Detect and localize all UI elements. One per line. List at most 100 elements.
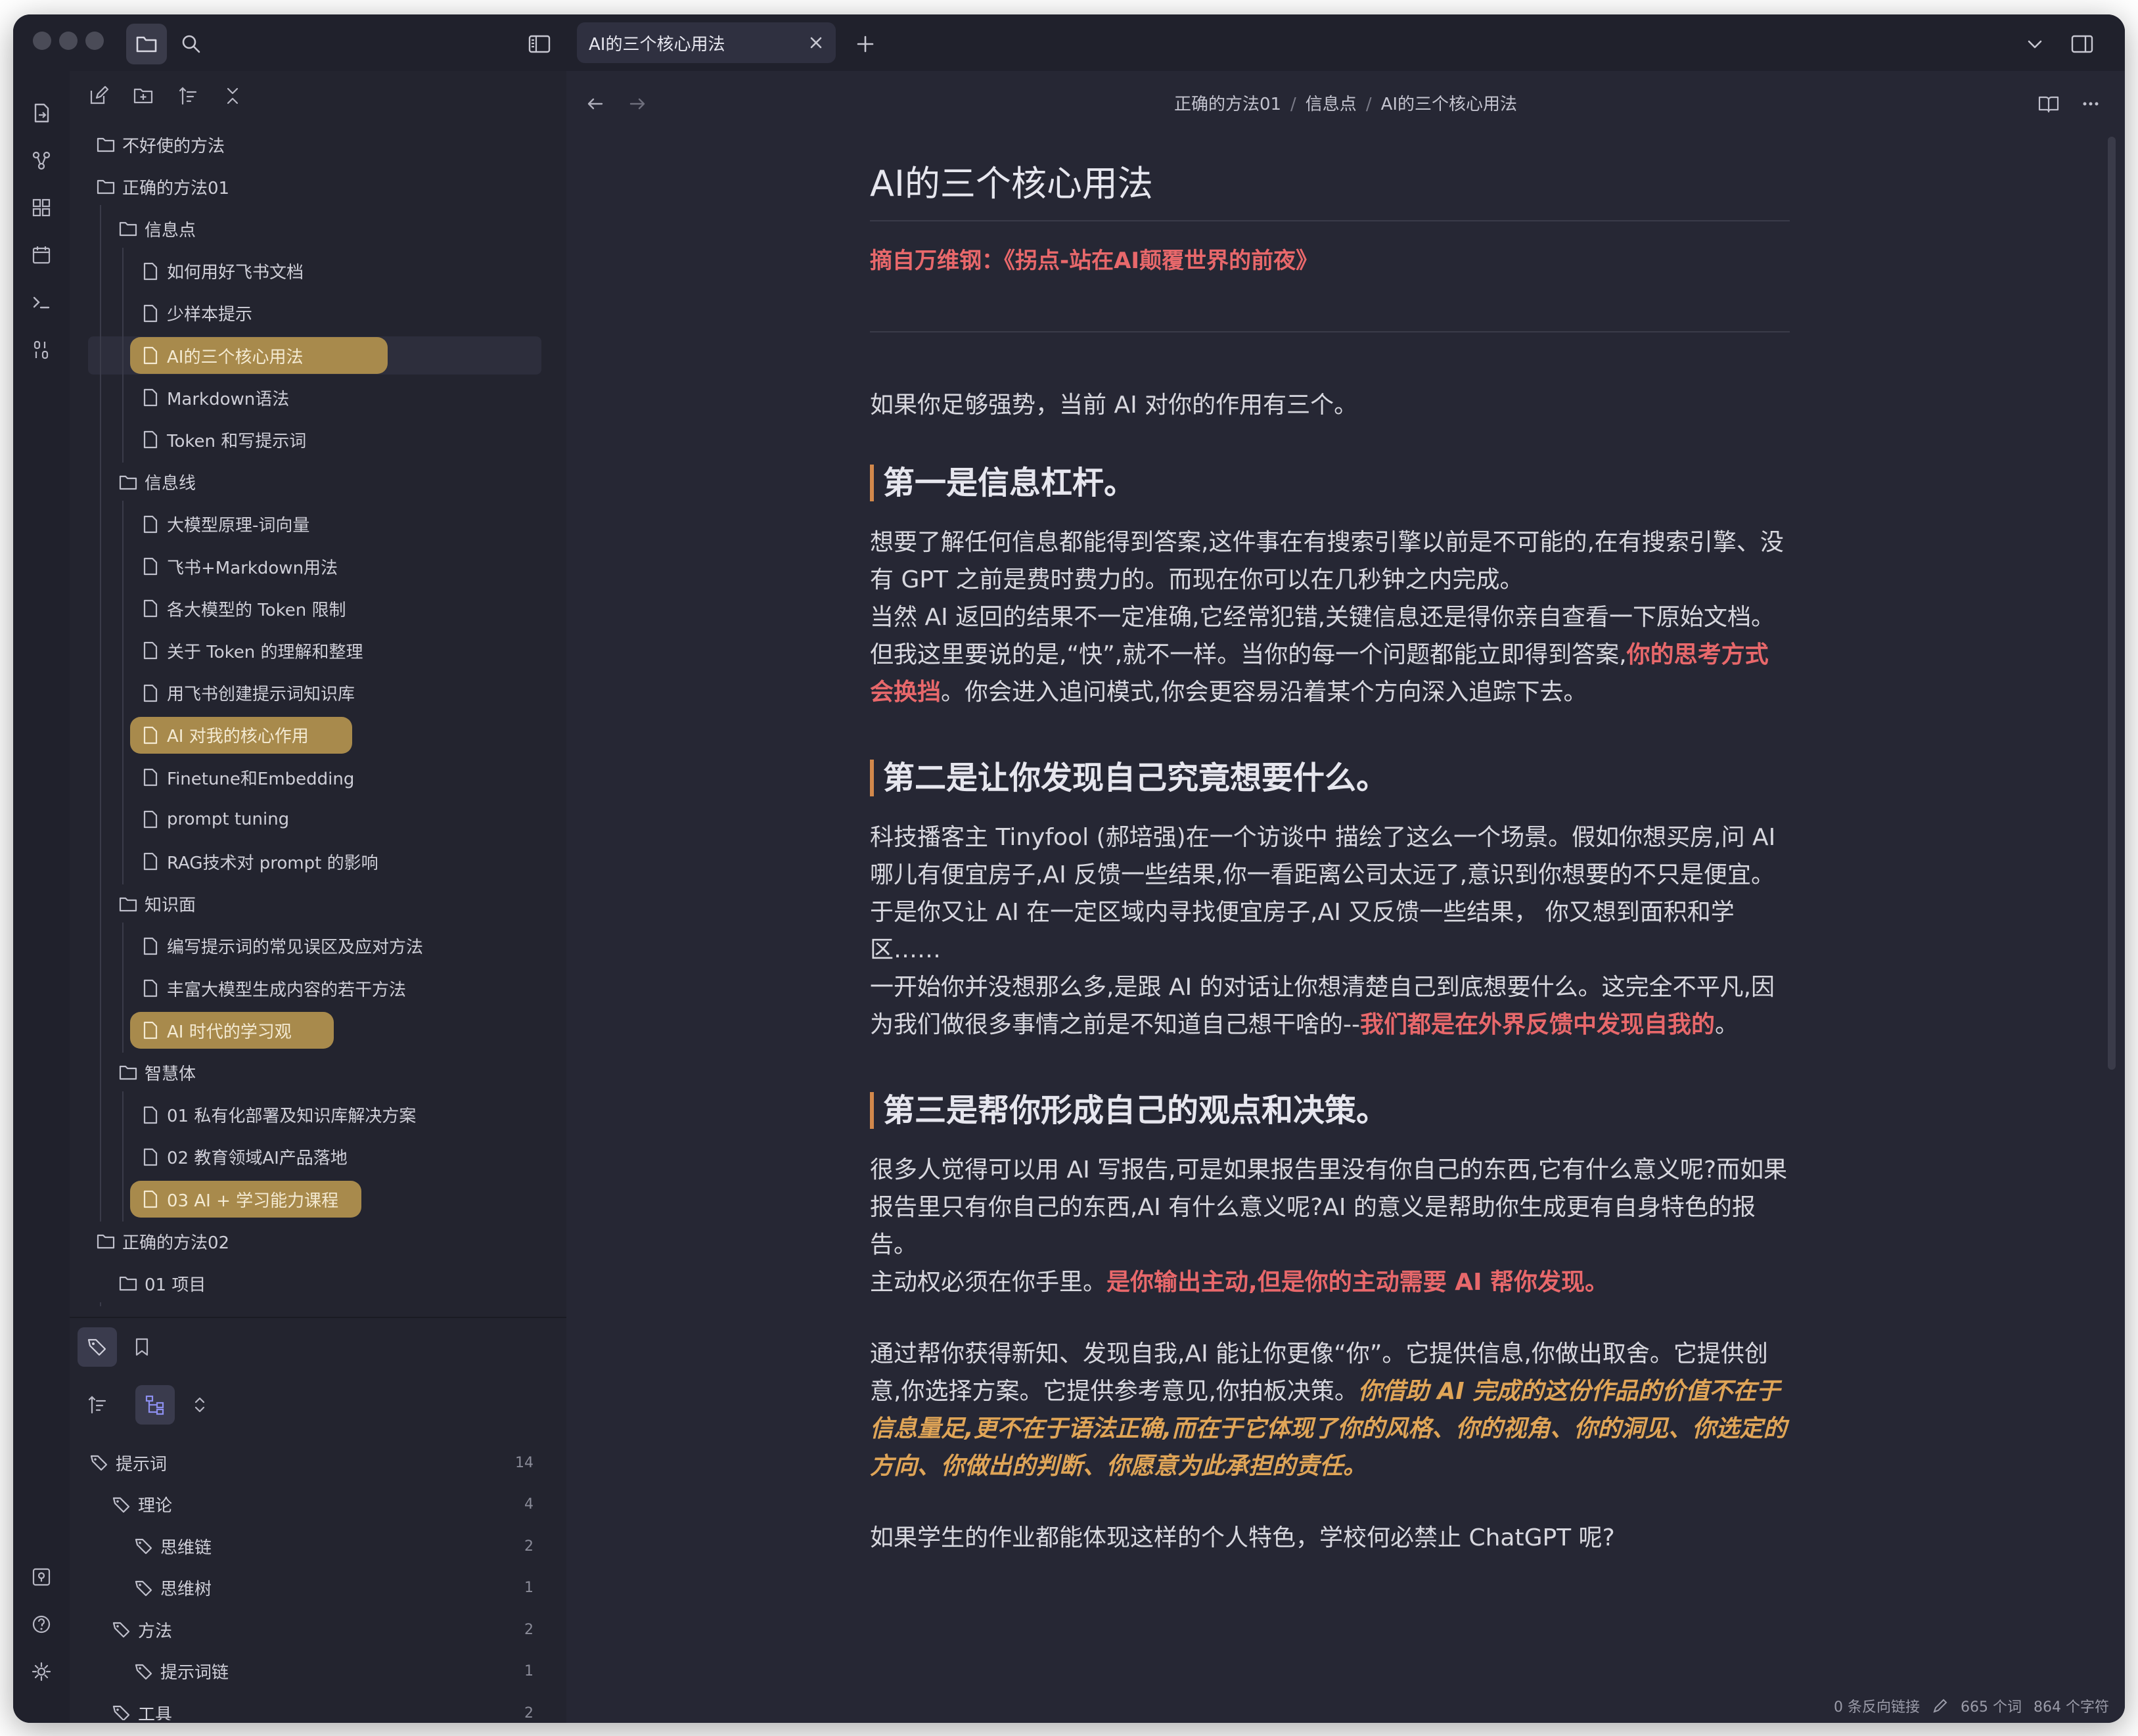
tag-panel: 提示词 14 理论 4 思维链 2 思维树 1 方法 2 提示词链 1 工具 2 xyxy=(70,1317,566,1723)
tag-sort-button[interactable] xyxy=(78,1385,117,1425)
vault-icon xyxy=(30,1566,53,1588)
settings-button[interactable] xyxy=(24,1655,58,1689)
tag-item[interactable]: 工具 2 xyxy=(112,1695,534,1720)
open-vault-button[interactable] xyxy=(24,1560,58,1594)
tree-file[interactable]: RAG技术对 prompt 的影响 xyxy=(141,843,378,880)
open-quick-switcher-button[interactable] xyxy=(24,96,58,130)
minimize-window-button[interactable] xyxy=(59,32,78,50)
backlinks-count[interactable]: 0 条反向链接 xyxy=(1834,1695,1920,1716)
tab-list-button[interactable] xyxy=(2014,24,2055,64)
tag-list: 提示词 14 理论 4 思维链 2 思维树 1 方法 2 提示词链 1 工具 2 xyxy=(70,1444,549,1720)
tree-file[interactable]: 如何用好飞书文档 xyxy=(141,253,304,290)
tag-item[interactable]: 方法 2 xyxy=(112,1611,534,1648)
new-folder-button[interactable] xyxy=(127,80,159,112)
tag-expand-button[interactable] xyxy=(180,1385,219,1425)
tag-icon xyxy=(112,1495,131,1515)
tree-file[interactable]: 03 AI + 学习能力课程 xyxy=(130,1181,361,1218)
file-explorer-toolbar xyxy=(70,71,566,117)
tag-icon xyxy=(134,1662,154,1681)
tree-folder[interactable]: 智慧体 xyxy=(118,1054,196,1091)
tree-file[interactable]: 01 私有化部署及知识库解决方案 xyxy=(141,1097,416,1133)
change-sort-order-button[interactable] xyxy=(172,80,204,112)
command-palette-button[interactable] xyxy=(24,285,58,319)
tag-tree-toggle-button[interactable] xyxy=(135,1385,175,1425)
close-tab-button[interactable] xyxy=(803,30,829,56)
heading-1: 第一是信息杠杆。 xyxy=(870,464,1790,501)
tag-item[interactable]: 理论 4 xyxy=(112,1486,534,1523)
pencil-icon[interactable] xyxy=(1932,1697,1949,1714)
folder-icon xyxy=(118,219,138,239)
tree-folder[interactable]: 01 项目 xyxy=(118,1265,206,1302)
tree-file[interactable]: 大模型原理-词向量 xyxy=(141,506,309,543)
tree-file[interactable]: Markdown语法 xyxy=(141,379,289,416)
breadcrumb-item[interactable]: AI的三个核心用法 xyxy=(1381,95,1517,114)
tree-item-label: 01 私有化部署及知识库解决方案 xyxy=(167,1107,417,1127)
new-note-button[interactable] xyxy=(83,80,114,112)
note-content[interactable]: AI的三个核心用法 摘自万维钢：《拐点-站在AI颠覆世界的前夜》 如果你足够强势… xyxy=(870,163,1790,1557)
help-button[interactable] xyxy=(24,1607,58,1641)
tree-folder[interactable]: 信息线 xyxy=(118,464,196,501)
graph-icon xyxy=(30,149,53,171)
intro-paragraph: 如果你足够强势，当前 AI 对你的作用有三个。 xyxy=(870,391,1358,419)
collapse-icon xyxy=(222,85,243,106)
tree-file[interactable]: Token 和写提示词 xyxy=(141,421,306,458)
tree-file[interactable]: AI 对我的核心作用 xyxy=(130,716,352,754)
file-explorer-button[interactable] xyxy=(126,24,167,64)
tree-file[interactable]: AI的三个核心用法 xyxy=(130,337,388,374)
paragraph: 如果学生的作业都能体现这样的个人特色，学校何必禁止 ChatGPT 呢? xyxy=(870,1524,1615,1551)
zoom-window-button[interactable] xyxy=(85,32,104,50)
folder-icon xyxy=(96,177,116,196)
graph-view-button[interactable] xyxy=(24,143,58,177)
tree-file[interactable]: Finetune和Embedding xyxy=(141,759,354,796)
divider xyxy=(870,331,1790,332)
new-tab-button[interactable] xyxy=(845,24,886,64)
canvas-button[interactable] xyxy=(24,191,58,225)
tree-folder[interactable]: 信息点 xyxy=(118,210,196,247)
tree-file[interactable]: 丰富大模型生成内容的若干方法 xyxy=(141,970,406,1007)
tag-item[interactable]: 思维链 2 xyxy=(134,1528,534,1565)
tag-label: 思维链 xyxy=(160,1538,212,1558)
close-window-button[interactable] xyxy=(33,32,51,50)
tree-file[interactable]: 飞书+Markdown用法 xyxy=(141,548,338,585)
breadcrumb-item[interactable]: 信息点 xyxy=(1306,95,1357,114)
toggle-sidebar-button[interactable] xyxy=(519,24,560,64)
editor-scrollbar[interactable] xyxy=(2108,137,2116,1070)
daily-note-button[interactable] xyxy=(24,238,58,272)
tag-icon xyxy=(112,1620,131,1639)
tree-file[interactable]: 编写提示词的常见误区及应对方法 xyxy=(141,928,423,965)
heading-3: 第三是帮你形成自己的观点和决策。 xyxy=(870,1091,1790,1129)
breadcrumb-item[interactable]: 正确的方法01 xyxy=(1174,95,1281,114)
tree-file[interactable]: AI 时代的学习观 xyxy=(130,1012,334,1049)
sidebar-left-icon xyxy=(528,34,551,54)
note-title: AI的三个核心用法 xyxy=(870,163,1790,221)
tags-view-button[interactable] xyxy=(78,1327,117,1367)
close-icon xyxy=(808,35,824,51)
reading-view-button[interactable] xyxy=(2034,89,2063,118)
file-icon xyxy=(141,430,160,449)
tag-item[interactable]: 提示词 14 xyxy=(89,1444,534,1481)
tree-folder[interactable]: 不好使的方法 xyxy=(96,126,225,163)
paragraph: 通过帮你获得新知、发现自我,AI 能让你更像“你”。它提供信息,你做出取舍。它提… xyxy=(870,1340,1787,1480)
toggle-right-sidebar-button[interactable] xyxy=(2062,24,2103,64)
search-button[interactable] xyxy=(171,24,212,64)
tree-file[interactable]: 各大模型的 Token 限制 xyxy=(141,590,346,627)
file-icon xyxy=(141,262,160,281)
tree-file[interactable]: 关于 Token 的理解和整理 xyxy=(141,632,363,669)
tree-file[interactable]: 用飞书创建提示词知识库 xyxy=(141,675,355,712)
more-options-button[interactable] xyxy=(2076,89,2105,118)
tree-folder[interactable]: 知识面 xyxy=(118,886,196,923)
tree-file[interactable]: 少样本提示 xyxy=(141,295,252,332)
tag-item[interactable]: 提示词链 1 xyxy=(134,1653,534,1690)
tab-active-note[interactable]: AI的三个核心用法 xyxy=(577,22,836,63)
tab-title: AI的三个核心用法 xyxy=(589,34,725,55)
tree-folder[interactable]: 正确的方法02 xyxy=(96,1223,229,1260)
tree-folder[interactable]: 正确的方法01 xyxy=(96,168,229,205)
tag-label: 思维树 xyxy=(160,1580,212,1599)
bookmarks-view-button[interactable] xyxy=(122,1327,162,1367)
file-icon xyxy=(141,767,160,787)
tag-item[interactable]: 思维树 1 xyxy=(134,1570,534,1607)
collapse-all-button[interactable] xyxy=(217,80,248,112)
tree-file[interactable]: 02 教育领域AI产品落地 xyxy=(141,1139,348,1176)
random-note-button[interactable] xyxy=(24,332,58,367)
tree-file[interactable]: prompt tuning xyxy=(141,801,289,838)
